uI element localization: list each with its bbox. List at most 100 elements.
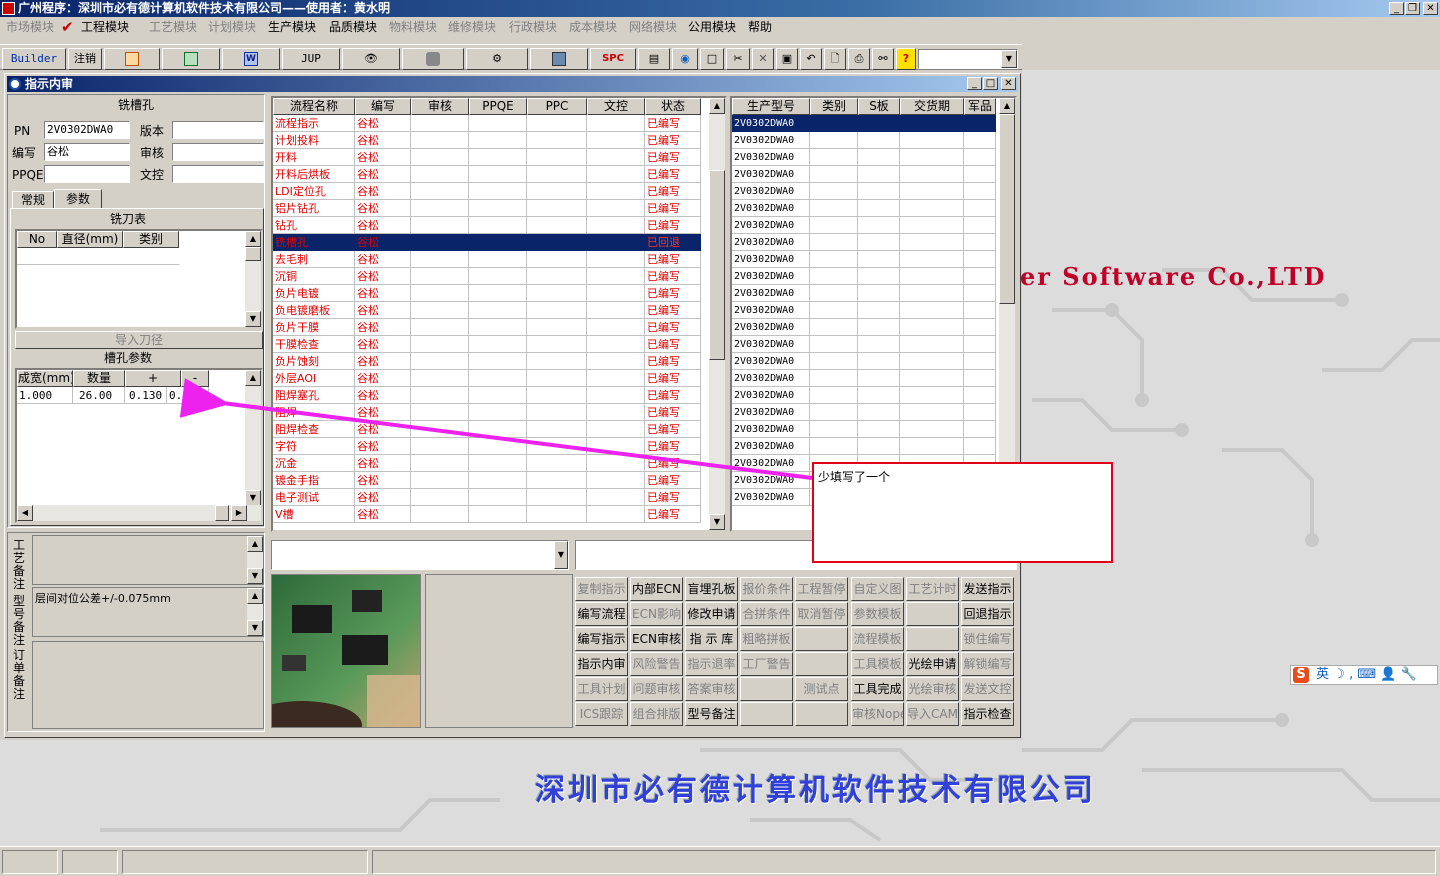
excel-button[interactable] — [162, 48, 220, 70]
process-cell-6[interactable]: 已编写 — [645, 489, 701, 506]
model-cell-4[interactable] — [964, 370, 996, 387]
model-cell-0[interactable]: 2V0302DWA0 — [732, 387, 810, 404]
model-cell-3[interactable] — [900, 183, 964, 200]
action-button-5-1[interactable]: 组合排版 — [630, 702, 683, 726]
model-cell-2[interactable] — [858, 302, 900, 319]
process-cell-6[interactable]: 已编写 — [645, 149, 701, 166]
wrench-icon[interactable]: 🔧 — [1401, 667, 1417, 682]
action-button-2-3[interactable]: 粗略拼板 — [740, 627, 793, 651]
model-row[interactable]: 2V0302DWA0 — [732, 268, 996, 285]
model-cell-2[interactable] — [858, 370, 900, 387]
process-cell-1[interactable]: 谷松 — [355, 387, 411, 404]
remark1-scrollbar[interactable]: ▲ ▼ — [247, 536, 263, 584]
sogou-icon[interactable]: S — [1293, 667, 1309, 683]
process-cell-4[interactable] — [527, 421, 587, 438]
menu-item-12[interactable]: 帮助 — [748, 19, 772, 35]
model-cell-3[interactable] — [900, 115, 964, 132]
process-header-6[interactable]: 状态 — [645, 98, 701, 115]
menu-item-8[interactable]: 行政模块 — [509, 19, 557, 35]
model-cell-1[interactable] — [810, 251, 858, 268]
model-cell-4[interactable] — [964, 421, 996, 438]
view-button[interactable]: 👁 — [342, 48, 400, 70]
model-cell-2[interactable] — [858, 115, 900, 132]
model-cell-2[interactable] — [858, 234, 900, 251]
model-cell-2[interactable] — [858, 404, 900, 421]
model-cell-4[interactable] — [964, 387, 996, 404]
process-cell-3[interactable] — [469, 132, 527, 149]
process-row[interactable]: 外层AOI 谷松 已编写 — [273, 370, 701, 387]
process-cell-2[interactable] — [411, 455, 469, 472]
process-cell-4[interactable] — [527, 234, 587, 251]
scroll-up-icon[interactable]: ▲ — [999, 98, 1015, 114]
process-cell-0[interactable]: 负片电镀 — [273, 285, 355, 302]
process-cell-0[interactable]: 阻焊 — [273, 404, 355, 421]
process-cell-3[interactable] — [469, 302, 527, 319]
process-cell-6[interactable]: 已编写 — [645, 217, 701, 234]
import-tool-button[interactable]: 导入刀径 — [15, 331, 263, 349]
model-cell-3[interactable] — [900, 421, 964, 438]
model-row[interactable]: 2V0302DWA0 — [732, 387, 996, 404]
action-button-2-6[interactable] — [906, 627, 959, 651]
process-cell-4[interactable] — [527, 319, 587, 336]
process-cell-4[interactable] — [527, 472, 587, 489]
author-field[interactable]: 谷松 — [44, 143, 130, 161]
process-cell-4[interactable] — [527, 285, 587, 302]
process-header-1[interactable]: 编写 — [355, 98, 411, 115]
model-cell-4[interactable] — [964, 132, 996, 149]
scroll-up-icon[interactable]: ▲ — [247, 536, 263, 552]
process-cell-0[interactable]: V槽 — [273, 506, 355, 523]
process-row[interactable]: 沉金 谷松 已编写 — [273, 455, 701, 472]
model-cell-3[interactable] — [900, 268, 964, 285]
action-button-2-5[interactable]: 流程模板 — [851, 627, 904, 651]
action-button-2-7[interactable]: 锁住编写 — [961, 627, 1014, 651]
process-cell-2[interactable] — [411, 370, 469, 387]
process-row[interactable]: 负电镀磨板 谷松 已编写 — [273, 302, 701, 319]
order-remark-field[interactable] — [32, 641, 264, 729]
action-button-0-7[interactable]: 发送指示 — [961, 577, 1014, 601]
model-cell-1[interactable] — [810, 319, 858, 336]
model-cell-1[interactable] — [810, 421, 858, 438]
process-cell-6[interactable]: 已编写 — [645, 183, 701, 200]
model-cell-0[interactable]: 2V0302DWA0 — [732, 115, 810, 132]
process-row[interactable]: 开料 谷松 已编写 — [273, 149, 701, 166]
scroll-down-icon[interactable]: ▼ — [247, 568, 263, 584]
menu-item-5[interactable]: 品质模块 — [329, 19, 377, 35]
process-cell-1[interactable]: 谷松 — [355, 132, 411, 149]
action-button-3-6[interactable]: 光绘申请 — [906, 652, 959, 676]
process-cell-1[interactable]: 谷松 — [355, 302, 411, 319]
model-cell-2[interactable] — [858, 217, 900, 234]
model-cell-4[interactable] — [964, 234, 996, 251]
process-cell-3[interactable] — [469, 472, 527, 489]
process-cell-3[interactable] — [469, 455, 527, 472]
model-row[interactable]: 2V0302DWA0 — [732, 166, 996, 183]
process-cell-4[interactable] — [527, 506, 587, 523]
model-row[interactable]: 2V0302DWA0 — [732, 404, 996, 421]
model-cell-3[interactable] — [900, 217, 964, 234]
process-scrollbar[interactable]: ▲ ▼ — [709, 98, 725, 530]
model-cell-0[interactable]: 2V0302DWA0 — [732, 268, 810, 285]
process-cell-1[interactable]: 谷松 — [355, 472, 411, 489]
model-cell-3[interactable] — [900, 149, 964, 166]
new-button[interactable]: □ — [700, 48, 724, 70]
action-button-0-2[interactable]: 盲埋孔板 — [685, 577, 738, 601]
process-cell-2[interactable] — [411, 404, 469, 421]
process-cell-1[interactable]: 谷松 — [355, 285, 411, 302]
undo-button[interactable]: ↶ — [800, 48, 822, 70]
process-cell-6[interactable]: 已编写 — [645, 455, 701, 472]
model-cell-4[interactable] — [964, 319, 996, 336]
slot-cell-width[interactable]: 1.000 — [17, 387, 73, 404]
action-button-0-3[interactable]: 报价条件 — [740, 577, 793, 601]
model-cell-3[interactable] — [900, 166, 964, 183]
process-cell-4[interactable] — [527, 336, 587, 353]
process-cell-4[interactable] — [527, 268, 587, 285]
scroll-thumb[interactable] — [999, 114, 1015, 304]
process-cell-5[interactable] — [587, 353, 645, 370]
process-row[interactable]: LDI定位孔 谷松 已编写 — [273, 183, 701, 200]
print-button[interactable]: ⎙ — [848, 48, 870, 70]
process-row[interactable]: 电子测试 谷松 已编写 — [273, 489, 701, 506]
menu-item-0[interactable]: 市场模块 — [6, 19, 54, 35]
model-cell-0[interactable]: 2V0302DWA0 — [732, 149, 810, 166]
action-button-5-5[interactable]: 审核Nope — [851, 702, 904, 726]
process-remark-field[interactable]: ▲ ▼ — [32, 535, 264, 585]
process-row[interactable]: 干膜检查 谷松 已编写 — [273, 336, 701, 353]
